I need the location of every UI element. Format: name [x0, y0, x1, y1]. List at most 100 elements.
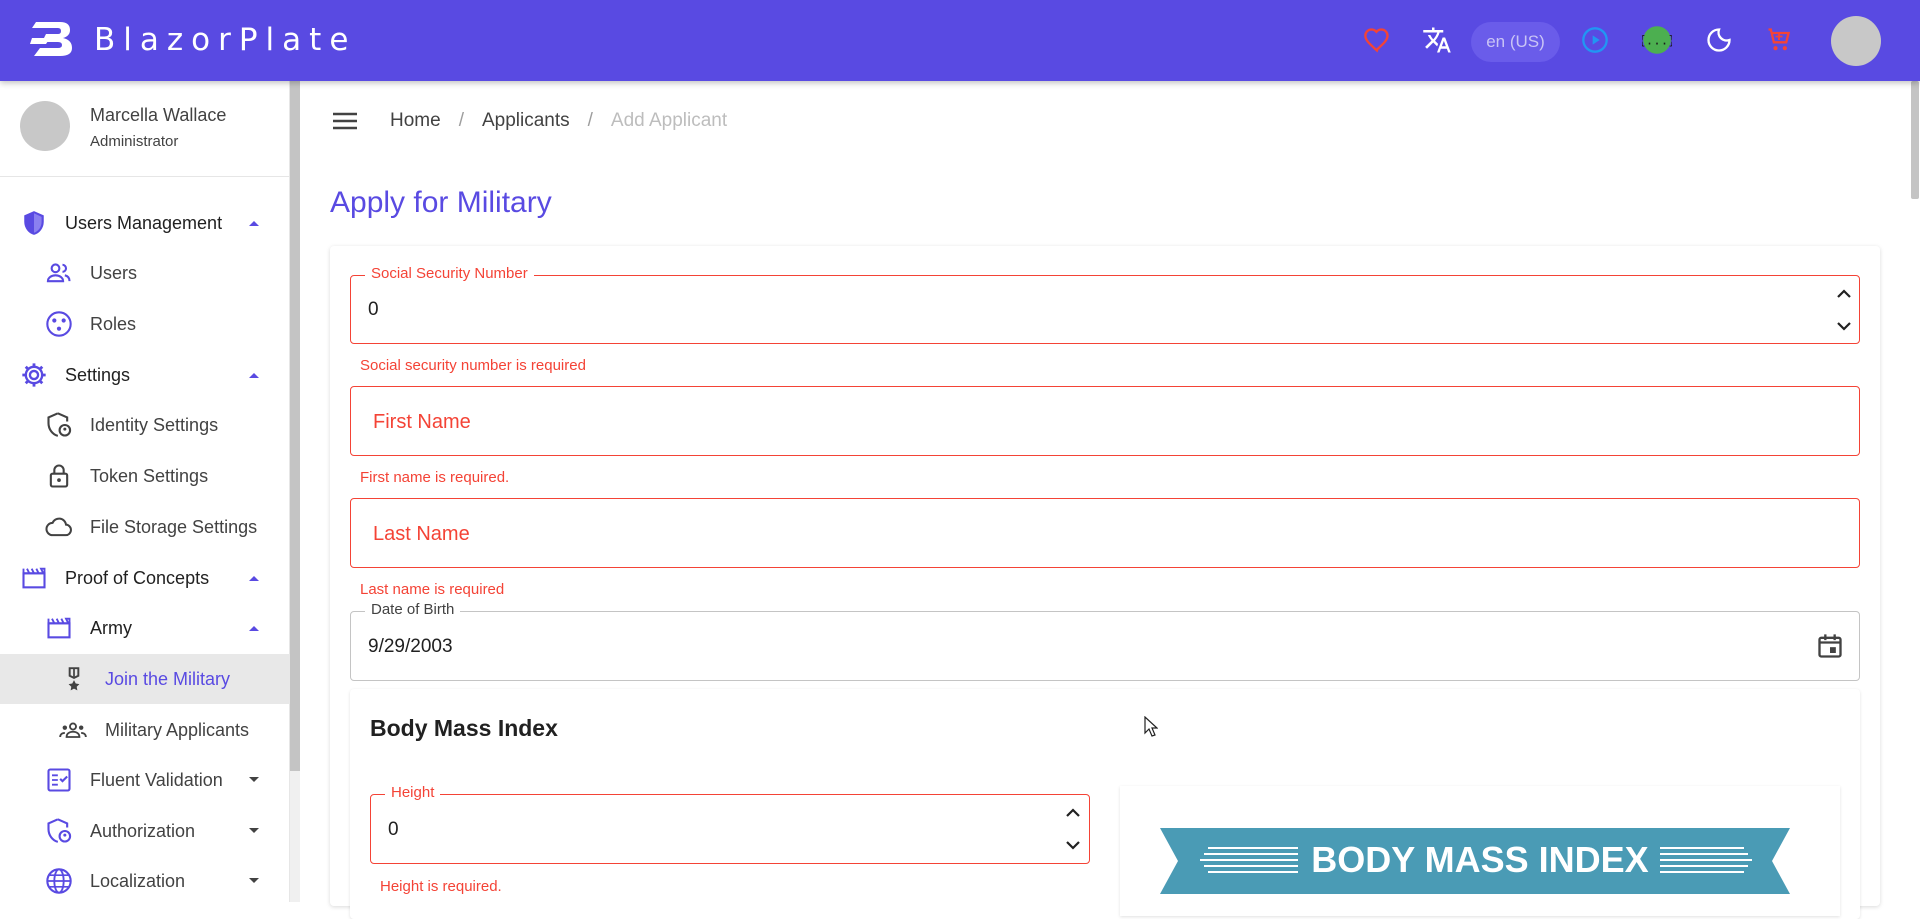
chevron-up-icon — [249, 576, 259, 581]
ssn-value[interactable]: 0 — [368, 299, 379, 321]
bmi-title: Body Mass Index — [370, 715, 558, 741]
clapper-icon — [45, 614, 73, 642]
profile-role: Administrator — [90, 133, 179, 150]
sidebar-item-army[interactable]: Army — [0, 603, 290, 653]
height-field[interactable]: Height 0 — [370, 784, 1090, 864]
cloud-icon — [45, 513, 73, 541]
medal-icon — [60, 665, 88, 693]
shield-icon — [20, 209, 48, 237]
sidebar-profile: Marcella Wallace Administrator — [0, 81, 290, 177]
chevron-down-icon[interactable] — [1834, 316, 1854, 336]
sidebar-item-settings[interactable]: Settings — [0, 350, 290, 400]
height-error: Height is required. — [380, 878, 502, 895]
globe-icon — [45, 867, 73, 895]
blazorplate-logo-icon[interactable] — [30, 18, 76, 58]
chevron-down-icon — [249, 878, 259, 883]
breadcrumb-home[interactable]: Home — [390, 110, 441, 132]
user-avatar[interactable] — [1831, 16, 1881, 66]
sidebar-item-users-management[interactable]: Users Management — [0, 198, 290, 248]
chevron-down-icon[interactable] — [1063, 835, 1083, 855]
sidebar-item-file-storage-settings[interactable]: File Storage Settings — [0, 502, 290, 552]
gear-icon — [20, 361, 48, 389]
sidebar-item-token-settings[interactable]: Token Settings — [0, 451, 290, 501]
chevron-down-icon — [249, 777, 259, 782]
first-name-error: First name is required. — [360, 469, 510, 486]
first-name-field[interactable]: First Name — [350, 386, 1860, 456]
date-of-birth-label: Date of Birth — [365, 601, 461, 618]
breadcrumb-applicants[interactable]: Applicants — [482, 110, 570, 132]
breadcrumb: Home / Applicants / Add Applicant — [390, 110, 727, 132]
roles-icon — [45, 310, 73, 338]
cart-icon[interactable] — [1763, 24, 1795, 56]
sidebar-item-label: Authorization — [90, 820, 196, 841]
sidebar-item-join-the-military[interactable]: Join the Military — [0, 654, 290, 704]
translate-icon[interactable] — [1421, 24, 1453, 56]
chevron-up-icon — [249, 221, 259, 226]
clapper-icon — [20, 564, 48, 592]
identity-icon — [45, 411, 73, 439]
sidebar-item-fluent-validation[interactable]: Fluent Validation — [0, 755, 290, 805]
groups-icon — [59, 716, 87, 744]
sidebar-item-label: Fluent Validation — [90, 769, 223, 790]
mouse-cursor-icon — [1144, 716, 1158, 737]
sidebar-item-proof-of-concepts[interactable]: Proof of Concepts — [0, 553, 290, 603]
svg-text:{...}: {...} — [1642, 32, 1672, 47]
checklist-icon — [45, 766, 73, 794]
calendar-icon[interactable] — [1816, 632, 1844, 660]
chevron-up-icon — [249, 373, 259, 378]
height-label: Height — [385, 784, 441, 801]
ssn-label: Social Security Number — [365, 265, 534, 282]
heart-icon[interactable] — [1361, 24, 1393, 56]
sidebar-item-label: Join the Military — [105, 668, 231, 689]
breadcrumb-separator: / — [587, 110, 593, 131]
height-value[interactable]: 0 — [388, 819, 399, 841]
sidebar-item-label: Localization — [90, 870, 186, 891]
last-name-label: Last Name — [373, 523, 470, 545]
sidebar-scrollbar-thumb[interactable] — [290, 81, 300, 771]
chevron-up-icon — [249, 626, 259, 631]
last-name-error: Last name is required — [360, 581, 505, 598]
people-icon — [45, 259, 73, 287]
sidebar-item-label: Token Settings — [90, 465, 209, 486]
sidebar-item-label: File Storage Settings — [90, 516, 258, 537]
chevron-down-icon — [249, 828, 259, 833]
sidebar-item-military-applicants[interactable]: Military Applicants — [0, 705, 290, 755]
play-circle-icon[interactable] — [1579, 24, 1611, 56]
ssn-error: Social security number is required — [360, 357, 586, 374]
ssn-field[interactable]: Social Security Number 0 — [350, 265, 1860, 344]
sidebar-item-label: Identity Settings — [90, 414, 219, 435]
avatar[interactable] — [20, 101, 70, 151]
sidebar-item-identity-settings[interactable]: Identity Settings — [0, 400, 290, 450]
page-title: Apply for Military — [330, 186, 552, 219]
sidebar-item-label: Proof of Concepts — [65, 567, 210, 588]
sidebar-item-localization[interactable]: Localization — [0, 856, 290, 906]
sidebar-item-label: Army — [90, 617, 132, 638]
brand-title[interactable]: BlazorPlate — [94, 22, 356, 58]
sidebar-item-label: Users Management — [65, 212, 223, 233]
lock-icon — [45, 462, 73, 490]
sidebar-item-roles[interactable]: Roles — [0, 299, 290, 349]
sidebar-item-users[interactable]: Users — [0, 248, 290, 298]
chevron-up-icon[interactable] — [1063, 803, 1083, 823]
date-of-birth-field[interactable]: Date of Birth 9/29/2003 — [350, 601, 1860, 681]
menu-icon[interactable] — [330, 106, 360, 136]
sidebar-item-label: Settings — [65, 364, 131, 385]
language-select[interactable]: en (US) — [1471, 22, 1560, 62]
bmi-banner-text: BODY MASS INDEX — [1311, 839, 1648, 880]
api-icon[interactable]: {...} — [1641, 24, 1673, 56]
sidebar-item-label: Users — [90, 262, 138, 283]
sidebar-item-label: Roles — [90, 313, 137, 334]
chevron-up-icon[interactable] — [1834, 284, 1854, 304]
date-of-birth-value[interactable]: 9/29/2003 — [368, 636, 453, 658]
dark-mode-icon[interactable] — [1703, 24, 1735, 56]
first-name-label: First Name — [373, 411, 471, 433]
page-scrollbar-thumb[interactable] — [1911, 81, 1919, 199]
policy-icon — [45, 817, 73, 845]
last-name-field[interactable]: Last Name — [350, 498, 1860, 568]
page-scrollbar[interactable] — [1910, 81, 1920, 902]
sidebar-item-authorization[interactable]: Authorization — [0, 806, 290, 856]
sidebar-item-label: Military Applicants — [105, 719, 250, 740]
bmi-banner-image: BODY MASS INDEX — [1160, 828, 1790, 894]
breadcrumb-separator: / — [458, 110, 464, 131]
app-bar: BlazorPlate en (US) {...} — [0, 0, 1920, 81]
